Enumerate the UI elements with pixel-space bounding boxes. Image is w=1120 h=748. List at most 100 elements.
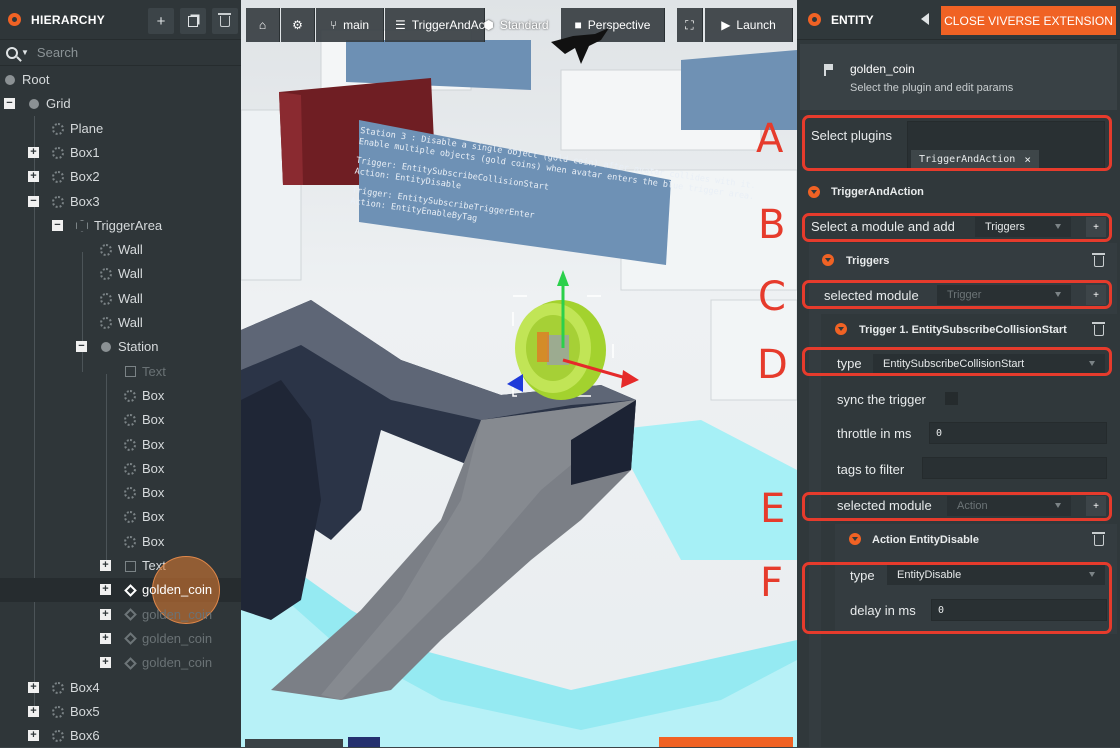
- search-dropdown-icon[interactable]: ▼: [21, 48, 29, 57]
- gizmo-z-arrow[interactable]: [507, 374, 523, 392]
- tree-node-golden-coin[interactable]: + golden_coin: [0, 627, 241, 651]
- tree-node-box[interactable]: Box: [0, 408, 241, 432]
- tree-node-label: Box3: [70, 193, 100, 209]
- tree-node-golden-coin[interactable]: + golden_coin: [0, 651, 241, 675]
- scene-button[interactable]: ☰TriggerAndAction: [385, 8, 485, 42]
- branch-button[interactable]: ⑂ main: [316, 8, 384, 42]
- expand-icon[interactable]: +: [100, 560, 111, 571]
- fullscreen-button[interactable]: ⛶: [677, 8, 703, 42]
- settings-button[interactable]: ⚙: [281, 8, 315, 42]
- tree-node-golden-coin[interactable]: + golden_coin: [0, 603, 241, 627]
- tree-node-plane[interactable]: Plane: [0, 117, 241, 141]
- expand-icon[interactable]: +: [100, 608, 111, 620]
- collapse-icon[interactable]: −: [4, 98, 15, 110]
- tree-node-label: Box: [142, 412, 165, 428]
- tree-node-box6[interactable]: + Box6: [0, 724, 241, 748]
- entity-icon: [124, 487, 136, 500]
- entity-icon: [124, 414, 136, 427]
- collapse-icon[interactable]: −: [52, 219, 63, 231]
- delete-entity-button[interactable]: [212, 8, 238, 34]
- tree-node-label: Box4: [70, 679, 100, 695]
- collapse-left-icon[interactable]: [921, 13, 929, 25]
- entity-info-card: golden_coin Select the plugin and edit p…: [800, 44, 1117, 110]
- trigger1-trash-icon[interactable]: [1092, 322, 1105, 336]
- collapse-icon[interactable]: −: [28, 195, 39, 207]
- annotation-letter-a: A: [756, 116, 784, 162]
- tree-node-wall[interactable]: Wall: [0, 238, 241, 262]
- add-entity-button[interactable]: +: [148, 8, 174, 34]
- tree-node-box5[interactable]: + Box5: [0, 700, 241, 724]
- expand-icon[interactable]: +: [28, 705, 39, 717]
- hierarchy-collapse-icon[interactable]: [8, 13, 21, 26]
- circle-icon: [4, 74, 16, 86]
- expand-icon[interactable]: +: [28, 681, 39, 693]
- tree-node-root[interactable]: Root: [0, 68, 241, 92]
- gizmo-plane-x: [537, 332, 549, 362]
- sync-trigger-checkbox[interactable]: [945, 392, 958, 405]
- hierarchy-header: HIERARCHY +: [0, 0, 241, 40]
- tree-node-box[interactable]: Box: [0, 433, 241, 457]
- duplicate-icon: [188, 15, 198, 27]
- tree-node-box1[interactable]: + Box1: [0, 141, 241, 165]
- hierarchy-search[interactable]: ▼ Search: [0, 40, 241, 66]
- tree-node-wall[interactable]: Wall: [0, 262, 241, 286]
- gizmo-x-arrow[interactable]: [621, 370, 639, 388]
- tree-node-box2[interactable]: + Box2: [0, 165, 241, 189]
- home-button[interactable]: ⌂: [246, 8, 280, 42]
- gear-icon: ⚙: [292, 18, 303, 32]
- tree-node-label: Wall: [118, 290, 143, 306]
- tree-node-box[interactable]: Box: [0, 530, 241, 554]
- tree-node-wall[interactable]: Wall: [0, 311, 241, 335]
- tree-node-label: golden_coin: [142, 655, 213, 671]
- triggers-collapse-icon[interactable]: [822, 254, 834, 266]
- gizmo-y-arrow[interactable]: [557, 270, 569, 286]
- tree-node-station[interactable]: − Station: [0, 335, 241, 359]
- expand-icon[interactable]: +: [28, 146, 39, 158]
- tree-node-wall[interactable]: Wall: [0, 287, 241, 311]
- tags-filter-input[interactable]: [922, 457, 1107, 479]
- tree-node-box[interactable]: Box: [0, 481, 241, 505]
- expand-icon[interactable]: +: [28, 730, 39, 742]
- annotation-box-e: [802, 492, 1112, 521]
- expand-icon[interactable]: +: [100, 657, 111, 669]
- tree-node-triggerarea[interactable]: − TriggerArea: [0, 214, 241, 238]
- tree-node-golden-coin-selected[interactable]: + golden_coin: [0, 556, 241, 625]
- text-icon: [124, 560, 136, 572]
- trigger1-collapse-icon[interactable]: [835, 323, 847, 335]
- entity-icon: [52, 195, 64, 208]
- entity-collapse-icon[interactable]: [808, 13, 821, 26]
- plugin-section-collapse-icon[interactable]: [808, 186, 820, 198]
- entity-icon: [124, 438, 136, 451]
- expand-icon[interactable]: +: [28, 171, 39, 183]
- tree-node-grid[interactable]: − Grid: [0, 92, 241, 116]
- entity-header: ENTITY CLOSE VIVERSE EXTENSION: [797, 0, 1120, 40]
- duplicate-entity-button[interactable]: [180, 8, 206, 34]
- collapse-icon[interactable]: −: [76, 341, 87, 353]
- search-input[interactable]: Search: [37, 45, 78, 60]
- tree-node-label: Box: [142, 460, 165, 476]
- coin-diamond-icon: [123, 583, 137, 597]
- tree-node-label: Box6: [70, 728, 100, 744]
- tree-node-box3[interactable]: − Box3: [0, 190, 241, 214]
- tree-node-box[interactable]: Box: [0, 505, 241, 529]
- tree-node-label: Wall: [118, 315, 143, 330]
- throttle-input[interactable]: 0: [929, 422, 1107, 444]
- launch-button[interactable]: ▶ Launch: [705, 8, 793, 42]
- expand-icon[interactable]: +: [100, 584, 111, 596]
- tree-node-box[interactable]: Box: [0, 384, 241, 408]
- close-viverse-button[interactable]: CLOSE VIVERSE EXTENSION: [941, 6, 1116, 35]
- tree-node-label: Box: [142, 485, 165, 501]
- action-trash-icon[interactable]: [1092, 532, 1105, 546]
- expand-icon[interactable]: +: [100, 632, 111, 644]
- viewport-bottom-button[interactable]: [659, 737, 793, 747]
- tree-node-box[interactable]: Box: [0, 457, 241, 481]
- tree-node-label: Plane: [70, 120, 104, 136]
- tree-node-box4[interactable]: + Box4: [0, 676, 241, 700]
- action-collapse-icon[interactable]: [849, 533, 861, 545]
- scene-viewport[interactable]: Station 3 : Disable a single object (gol…: [241, 0, 797, 747]
- tree-node-label: golden_coin: [142, 582, 213, 598]
- triggers-trash-icon[interactable]: [1092, 253, 1105, 267]
- tree-node-text[interactable]: Text: [0, 360, 241, 384]
- annotation-box-c: [802, 280, 1112, 309]
- plugin-section-title: TriggerAndAction: [831, 186, 924, 198]
